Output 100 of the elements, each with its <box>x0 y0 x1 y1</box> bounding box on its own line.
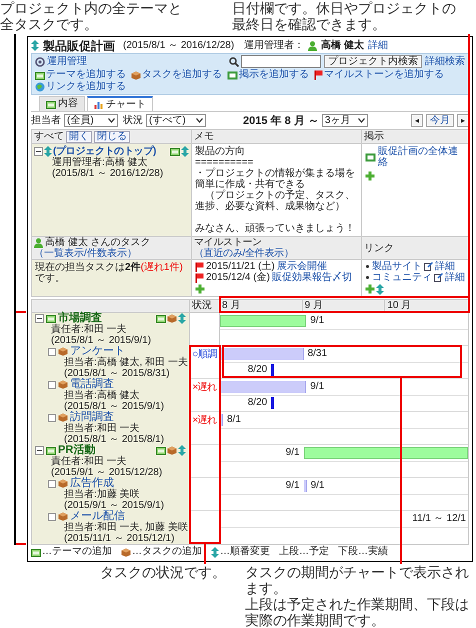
folder-icon <box>46 100 56 108</box>
tasks-heading: 高橋 健太 さんのタスク <box>45 237 151 248</box>
assignee-dropdown[interactable]: (全員) <box>64 114 118 127</box>
task-link[interactable]: 広告作成 <box>70 478 114 489</box>
add-action-link[interactable]: 掲示を追加する <box>227 69 309 81</box>
search-button[interactable]: プロジェクト内検索 <box>324 55 422 68</box>
add-icon[interactable] <box>195 284 205 294</box>
globe-icon <box>35 82 45 92</box>
memo-text: ========== <box>195 157 254 168</box>
bullet-icon <box>365 275 370 280</box>
collapse-toggle-icon[interactable] <box>34 147 43 156</box>
date-label: 8/20 <box>248 364 268 376</box>
folder-icon[interactable] <box>156 314 166 323</box>
up-down-arrows-icon[interactable] <box>178 445 186 456</box>
task-checkbox-icon[interactable] <box>48 380 56 388</box>
next-button[interactable]: ▸ <box>457 114 469 127</box>
milestone-date: 2015/12/4 (金) <box>206 272 270 283</box>
detail-link[interactable]: 詳細 <box>368 40 388 52</box>
folder-icon[interactable] <box>156 446 166 455</box>
task-checkbox-icon[interactable] <box>48 348 56 356</box>
owner-text: 責任者:和田 一夫 <box>50 456 128 467</box>
box-icon[interactable] <box>167 446 177 455</box>
date-label: 8/20 <box>248 397 268 409</box>
search-field[interactable] <box>241 55 321 68</box>
add-action-link[interactable]: リンクを追加する <box>35 81 126 93</box>
tab[interactable]: 内容 <box>39 96 85 111</box>
date-label: 8/31 <box>308 348 328 360</box>
board-post-link[interactable]: 販促計画の全体連絡 <box>378 146 465 168</box>
month-label: 8 月 <box>222 300 240 312</box>
links-heading: リンク <box>364 242 394 254</box>
theme-title[interactable]: 市場調査 <box>58 313 102 324</box>
add-action-link[interactable]: タスクを追加する <box>131 69 222 81</box>
advanced-search-link[interactable]: 詳細検索 <box>425 56 465 68</box>
theme-title[interactable]: PR活動 <box>58 445 96 456</box>
board-icon <box>227 70 238 80</box>
edit-icon[interactable] <box>424 262 433 271</box>
view-links[interactable]: （直近のみ/全件表示） <box>194 248 294 259</box>
status-text: ×遅れ <box>192 382 217 393</box>
filter-label: 状況 <box>123 114 143 126</box>
add-action-link[interactable]: マイルストーンを追加する <box>314 69 444 81</box>
detail-link[interactable]: 詳細 <box>435 261 455 272</box>
column-heading: 状況 <box>192 300 212 312</box>
chart-icon <box>94 100 104 109</box>
milestone-link[interactable]: 展示会開催 <box>276 261 327 272</box>
range-dropdown[interactable]: 3ヶ月 <box>322 114 368 127</box>
up-down-arrows-icon <box>44 146 52 157</box>
previous-button[interactable]: ◂ <box>411 114 423 127</box>
project-period: (2015/8/1 ～ 2016/12/28) <box>123 40 234 52</box>
board-icon <box>365 152 376 162</box>
box-icon[interactable] <box>167 314 177 323</box>
date-range: (2015/8/1 ～ 2016/12/28) <box>51 168 164 179</box>
legend-text: …タスクの追加 <box>132 546 202 558</box>
owner-text: 担当者:和田 一夫 <box>63 423 141 434</box>
milestone-date: 2015/11/21 (土) <box>206 261 275 272</box>
up-down-arrows-icon[interactable] <box>376 284 384 295</box>
add-action-link[interactable]: テーマを追加する <box>35 69 126 81</box>
milestone-link[interactable]: 販促効果報告〆切 <box>272 272 352 283</box>
expand-all-button[interactable]: 開く <box>66 130 92 142</box>
edit-icon[interactable] <box>434 273 443 282</box>
task-link[interactable]: メール配信 <box>70 511 125 522</box>
collapse-toggle-icon[interactable] <box>35 446 44 455</box>
task-checkbox-icon[interactable] <box>48 414 56 422</box>
collapse-toggle-icon[interactable] <box>35 314 44 323</box>
task-checkbox-icon[interactable] <box>48 480 56 488</box>
collapse-all-button[interactable]: 閉じる <box>94 130 130 142</box>
up-down-arrows-icon[interactable] <box>178 313 186 324</box>
folder-icon[interactable] <box>170 147 180 156</box>
view-links[interactable]: （一覧表示/件数表示） <box>34 248 137 259</box>
filter-label: 担当者 <box>31 114 61 126</box>
legend-text: …順番変更 <box>220 546 270 558</box>
box-icon <box>58 413 68 422</box>
owner-text: 担当者:加藤 美咲 <box>63 489 141 500</box>
callout-text: 日付欄です。休日やプロジェクトの最終日を確認できます。 <box>232 0 457 32</box>
task-link[interactable]: 電話調査 <box>70 379 114 390</box>
link-item[interactable]: コミュニティ <box>372 272 432 283</box>
date-label: 9/1 <box>286 480 300 492</box>
flag-icon <box>195 272 204 282</box>
task-checkbox-icon[interactable] <box>48 512 56 520</box>
detail-link[interactable]: 詳細 <box>445 272 465 283</box>
status-dropdown[interactable]: (すべて) <box>146 114 206 127</box>
manager-label: 運用管理者： <box>244 40 304 52</box>
milestones-heading: マイルストーン <box>194 237 262 248</box>
link-item[interactable]: 製品サイト <box>372 261 422 272</box>
add-icon[interactable] <box>365 171 375 181</box>
this-month-button[interactable]: 今月 <box>426 114 454 127</box>
up-down-arrows-icon[interactable] <box>181 146 189 157</box>
dropdown-caret-icon <box>358 118 365 123</box>
admin-link[interactable]: 運用管理 <box>47 56 87 68</box>
project-title: 製品販促計画 <box>43 40 115 52</box>
project-top-link[interactable]: (プロジェクトのトップ) <box>53 146 156 157</box>
status-text: ○順調 <box>192 349 217 360</box>
memo-text: ・プロジェクトの情報が集まる場を簡単に作成・共有できる <box>195 168 356 190</box>
task-link[interactable]: 訪問調査 <box>70 412 114 423</box>
date-label: 9/1 <box>310 480 324 492</box>
callout-text: タスクの期間がチャートで表示されます。 <box>245 564 470 596</box>
tab[interactable]: チャート <box>87 96 153 111</box>
task-link[interactable]: アンケート <box>70 346 125 357</box>
memo-text: （プロジェクトの予定、タスク、進捗、必要な資料、成果物など） <box>195 190 356 212</box>
add-icon[interactable] <box>365 284 375 294</box>
box-icon <box>131 70 141 80</box>
